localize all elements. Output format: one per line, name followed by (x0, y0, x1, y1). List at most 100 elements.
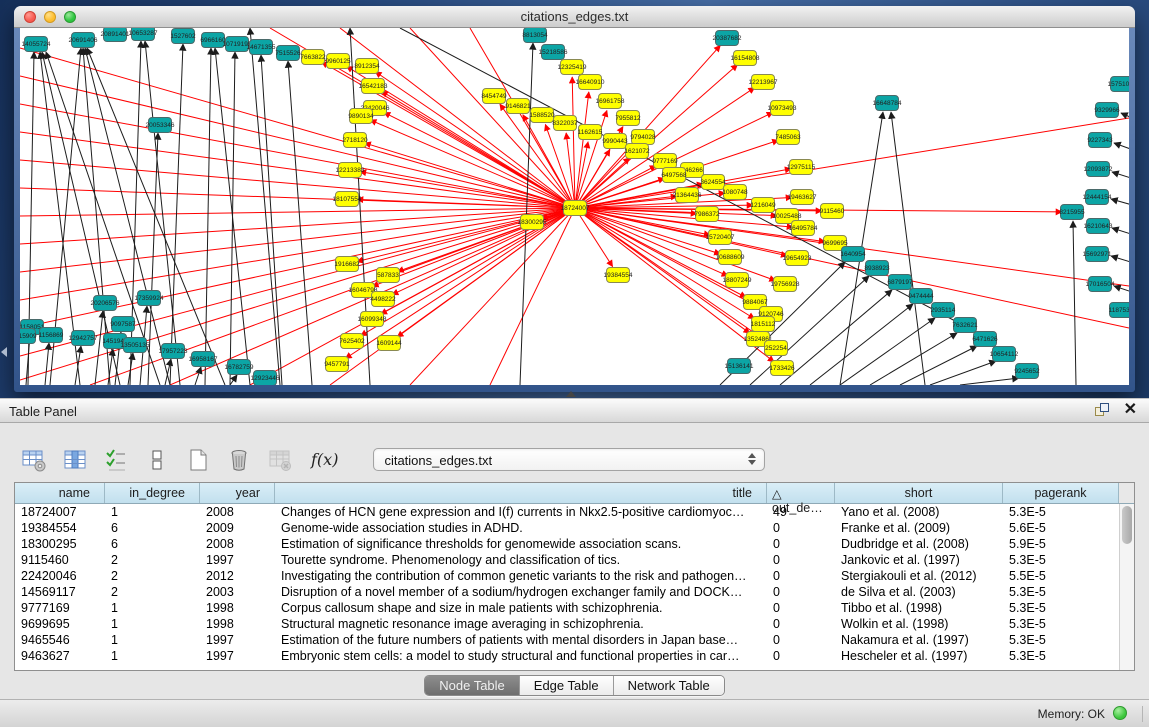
graph-node[interactable]: 15751074 (1108, 77, 1129, 92)
graph-node[interactable]: 8813054 (522, 28, 548, 43)
graph-node[interactable]: 14055724 (22, 37, 51, 52)
graph-edge[interactable] (205, 48, 211, 385)
graph-edge[interactable] (230, 52, 235, 385)
graph-node-selected[interactable]: 18807249 (723, 273, 752, 288)
graph-edge[interactable] (1112, 172, 1129, 184)
graph-edge[interactable] (891, 112, 925, 385)
graph-node-selected[interactable]: 2718120 (342, 133, 368, 148)
graph-node-selected[interactable]: 252254 (765, 341, 788, 356)
graph-node-selected[interactable]: 4498222 (370, 292, 396, 307)
network-canvas[interactable]: 1405572420691406208914011065328715276026… (20, 28, 1129, 385)
graph-node-selected[interactable]: 7986372 (694, 207, 720, 222)
graph-edge[interactable] (1114, 143, 1129, 156)
graph-edge[interactable] (960, 378, 1019, 385)
tab-node-table[interactable]: Node Table (425, 676, 520, 695)
left-panel-collapse-arrow[interactable] (1, 347, 7, 357)
graph-node-selected[interactable]: 1609144 (376, 336, 402, 351)
graph-node[interactable]: 20206576 (91, 296, 120, 311)
table-row[interactable]: 911546021997Tourette syndrome. Phenomeno… (15, 552, 1119, 568)
graph-node[interactable]: 6471626 (972, 332, 998, 347)
citation-network-graph[interactable]: 1405572420691406208914011065328715276026… (20, 28, 1129, 385)
graph-node-selected[interactable]: 19654923 (783, 251, 812, 266)
table-row[interactable]: 946362711997Embryonic stem cells: a mode… (15, 648, 1119, 664)
column-header-name[interactable]: name (15, 483, 105, 503)
graph-edge-selected[interactable] (20, 208, 575, 216)
network-window-titlebar[interactable]: citations_edges.txt (14, 6, 1135, 28)
graph-node[interactable]: 7515526 (275, 46, 301, 61)
graph-edge[interactable] (1111, 256, 1129, 268)
graph-node[interactable]: 1156869 (39, 328, 64, 343)
table-row[interactable]: 969969511998Structural magnetic resonanc… (15, 616, 1119, 632)
graph-node-selected[interactable]: 8322037 (552, 116, 578, 131)
graph-node[interactable]: 6879197 (887, 275, 913, 290)
graph-node-selected[interactable]: 1080748 (722, 185, 748, 200)
graph-node-selected[interactable]: 16099348 (358, 312, 387, 327)
graph-node-selected[interactable]: 9115460 (820, 204, 845, 219)
graph-node-selected[interactable]: 9794028 (630, 130, 656, 145)
table-row[interactable]: 2242004622012Investigating the contribut… (15, 568, 1119, 584)
graph-node[interactable]: 14671355 (247, 40, 276, 55)
rows-icon[interactable] (143, 446, 171, 474)
graph-edge-selected[interactable] (20, 208, 575, 356)
graph-node-selected[interactable]: 9777169 (652, 154, 678, 169)
graph-node[interactable]: 17957223 (159, 344, 188, 359)
tab-edge-table[interactable]: Edge Table (520, 676, 614, 695)
graph-node-selected[interactable]: 9990443 (602, 134, 628, 149)
network-window[interactable]: citations_edges.txt 14055724 206914062089… (14, 6, 1135, 392)
graph-node[interactable]: 17359924 (135, 291, 164, 306)
table-selector-combobox[interactable]: citations_edges.txt (373, 448, 765, 471)
graph-edge-selected[interactable] (410, 208, 575, 385)
graph-node-selected[interactable]: 1621072 (624, 144, 650, 159)
graph-node[interactable]: 20387682 (713, 31, 742, 46)
new-table-icon[interactable] (184, 446, 212, 474)
graph-node[interactable]: 1527602 (170, 29, 196, 44)
graph-edge[interactable] (130, 41, 141, 385)
graph-node-selected[interactable]: 7955812 (615, 111, 641, 126)
graph-node-selected[interactable]: 8912354 (354, 59, 380, 74)
graph-node[interactable]: 12444154 (1083, 190, 1112, 205)
graph-node-selected[interactable]: 16961758 (596, 94, 625, 109)
graph-node[interactable]: 8938923 (864, 261, 890, 276)
table-row[interactable]: 1456911722003Disruption of a novel membe… (15, 584, 1119, 600)
graph-node-selected[interactable]: 15720407 (706, 230, 735, 245)
graph-edge-selected[interactable] (392, 208, 575, 295)
graph-node-selected[interactable]: 16154808 (731, 51, 760, 66)
graph-node-selected[interactable]: 7663822 (300, 50, 326, 65)
table-settings-icon[interactable] (20, 446, 48, 474)
graph-node[interactable]: 20691406 (69, 33, 98, 48)
graph-node-selected[interactable]: 19756928 (771, 277, 800, 292)
graph-node[interactable]: 8215955 (1059, 205, 1085, 220)
graph-node-selected[interactable]: 19384554 (604, 268, 633, 283)
graph-node-selected[interactable]: 8454749 (481, 89, 507, 104)
graph-node[interactable]: 1187533 (1109, 303, 1129, 318)
function-builder-icon[interactable]: f(x) (311, 450, 338, 469)
graph-node[interactable]: 10654112 (990, 347, 1019, 362)
graph-node-selected[interactable]: 7485063 (775, 130, 801, 145)
graph-node[interactable]: 9329966 (1094, 103, 1120, 118)
graph-edge[interactable] (288, 61, 312, 385)
graph-edge-selected[interactable] (20, 132, 575, 208)
graph-edge[interactable] (780, 290, 892, 385)
graph-node[interactable]: 16782759 (225, 360, 254, 375)
graph-node-selected[interactable]: 18107554 (333, 192, 362, 207)
column-header-in-degree[interactable]: in_degree (105, 483, 200, 503)
table-row[interactable]: 946554611997Estimation of the future num… (15, 632, 1119, 648)
graph-node-selected[interactable]: 9890134 (348, 109, 374, 124)
graph-edge[interactable] (1111, 199, 1129, 210)
column-header-title[interactable]: title (275, 483, 767, 503)
graph-edge[interactable] (95, 311, 103, 385)
graph-edge[interactable] (230, 375, 237, 385)
column-header-short[interactable]: short (835, 483, 1003, 503)
graph-edge-selected[interactable] (375, 72, 575, 208)
graph-node[interactable]: 17016504 (1086, 277, 1115, 292)
graph-node[interactable]: 1640954 (840, 247, 866, 262)
graph-node-selected[interactable]: 9960125 (325, 54, 351, 69)
graph-edge[interactable] (900, 346, 977, 385)
graph-node[interactable]: 9227343 (1087, 133, 1113, 148)
graph-node-selected[interactable]: 9146821 (505, 99, 531, 114)
column-select-icon[interactable] (61, 446, 89, 474)
close-panel-icon[interactable]: ✕ (1124, 402, 1137, 418)
graph-node-selected[interactable]: 1588520 (529, 108, 555, 123)
graph-node[interactable]: 20891401 (101, 28, 130, 42)
graph-edge[interactable] (195, 367, 201, 385)
